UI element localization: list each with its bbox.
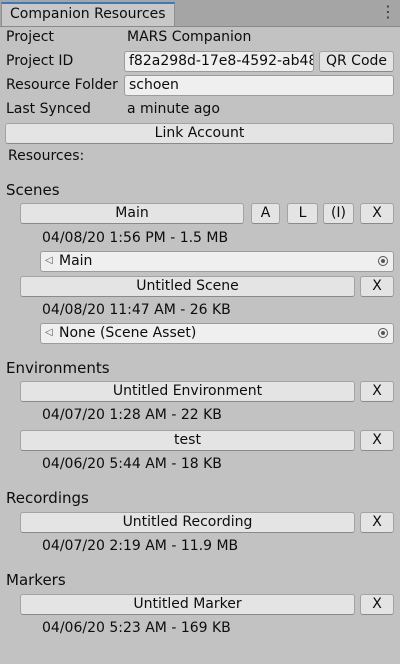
environment-untitled-remove-button[interactable]: X bbox=[360, 381, 394, 402]
scene-main-l-button[interactable]: L bbox=[287, 203, 318, 224]
last-synced-label: Last Synced bbox=[6, 101, 91, 117]
environment-test-remove-button[interactable]: X bbox=[360, 430, 394, 451]
project-id-label: Project ID bbox=[6, 53, 74, 69]
scene-untitled-button[interactable]: Untitled Scene bbox=[20, 276, 355, 297]
scene-main-remove-button[interactable]: X bbox=[360, 203, 394, 224]
environments-header: Environments bbox=[6, 359, 110, 377]
scene-untitled-asset-field[interactable]: ◁ None (Scene Asset) bbox=[40, 323, 394, 344]
scene-asset-icon: ◁ bbox=[45, 327, 53, 338]
scene-main-asset-field[interactable]: ◁ Main bbox=[40, 251, 394, 272]
scene-main-i-button[interactable]: (I) bbox=[323, 203, 354, 224]
marker-untitled-meta: 04/06/20 5:23 AM - 169 KB bbox=[42, 620, 231, 636]
resource-folder-label: Resource Folder bbox=[6, 77, 118, 93]
scene-main-meta: 04/08/20 1:56 PM - 1.5 MB bbox=[42, 230, 229, 246]
scene-untitled-asset-label: None (Scene Asset) bbox=[59, 325, 197, 341]
recording-untitled-remove-button[interactable]: X bbox=[360, 512, 394, 533]
resource-folder-field[interactable]: schoen bbox=[124, 75, 394, 96]
scenes-header: Scenes bbox=[6, 181, 60, 199]
scene-main-a-button[interactable]: A bbox=[251, 203, 280, 224]
project-value: MARS Companion bbox=[127, 29, 252, 45]
marker-untitled-button[interactable]: Untitled Marker bbox=[20, 594, 355, 615]
environment-test-button[interactable]: test bbox=[20, 430, 355, 451]
environment-untitled-meta: 04/07/20 1:28 AM - 22 KB bbox=[42, 407, 222, 423]
last-synced-value: a minute ago bbox=[127, 101, 220, 117]
link-account-button[interactable]: Link Account bbox=[5, 123, 394, 144]
window-tab-bar: Companion Resources ⋮ bbox=[0, 0, 400, 27]
project-id-field[interactable]: f82a298d-17e8-4592-ab48 bbox=[124, 51, 314, 72]
environment-untitled-button[interactable]: Untitled Environment bbox=[20, 381, 355, 402]
markers-header: Markers bbox=[6, 571, 66, 589]
tab-companion-resources[interactable]: Companion Resources bbox=[1, 2, 175, 26]
object-picker-icon[interactable] bbox=[378, 256, 388, 266]
recordings-header: Recordings bbox=[6, 489, 89, 507]
scene-main-asset-label: Main bbox=[59, 253, 93, 269]
project-label: Project bbox=[6, 29, 54, 45]
resources-label: Resources: bbox=[8, 148, 85, 164]
scene-untitled-remove-button[interactable]: X bbox=[360, 276, 394, 297]
qr-code-button[interactable]: QR Code bbox=[319, 51, 394, 72]
recording-untitled-button[interactable]: Untitled Recording bbox=[20, 512, 355, 533]
marker-untitled-remove-button[interactable]: X bbox=[360, 594, 394, 615]
object-picker-icon[interactable] bbox=[378, 328, 388, 338]
kebab-menu-icon[interactable]: ⋮ bbox=[380, 3, 396, 21]
scene-main-button[interactable]: Main bbox=[20, 203, 244, 224]
scene-untitled-meta: 04/08/20 11:47 AM - 26 KB bbox=[42, 302, 231, 318]
recording-untitled-meta: 04/07/20 2:19 AM - 11.9 MB bbox=[42, 538, 239, 554]
environment-test-meta: 04/06/20 5:44 AM - 18 KB bbox=[42, 456, 222, 472]
scene-asset-icon: ◁ bbox=[45, 255, 53, 266]
